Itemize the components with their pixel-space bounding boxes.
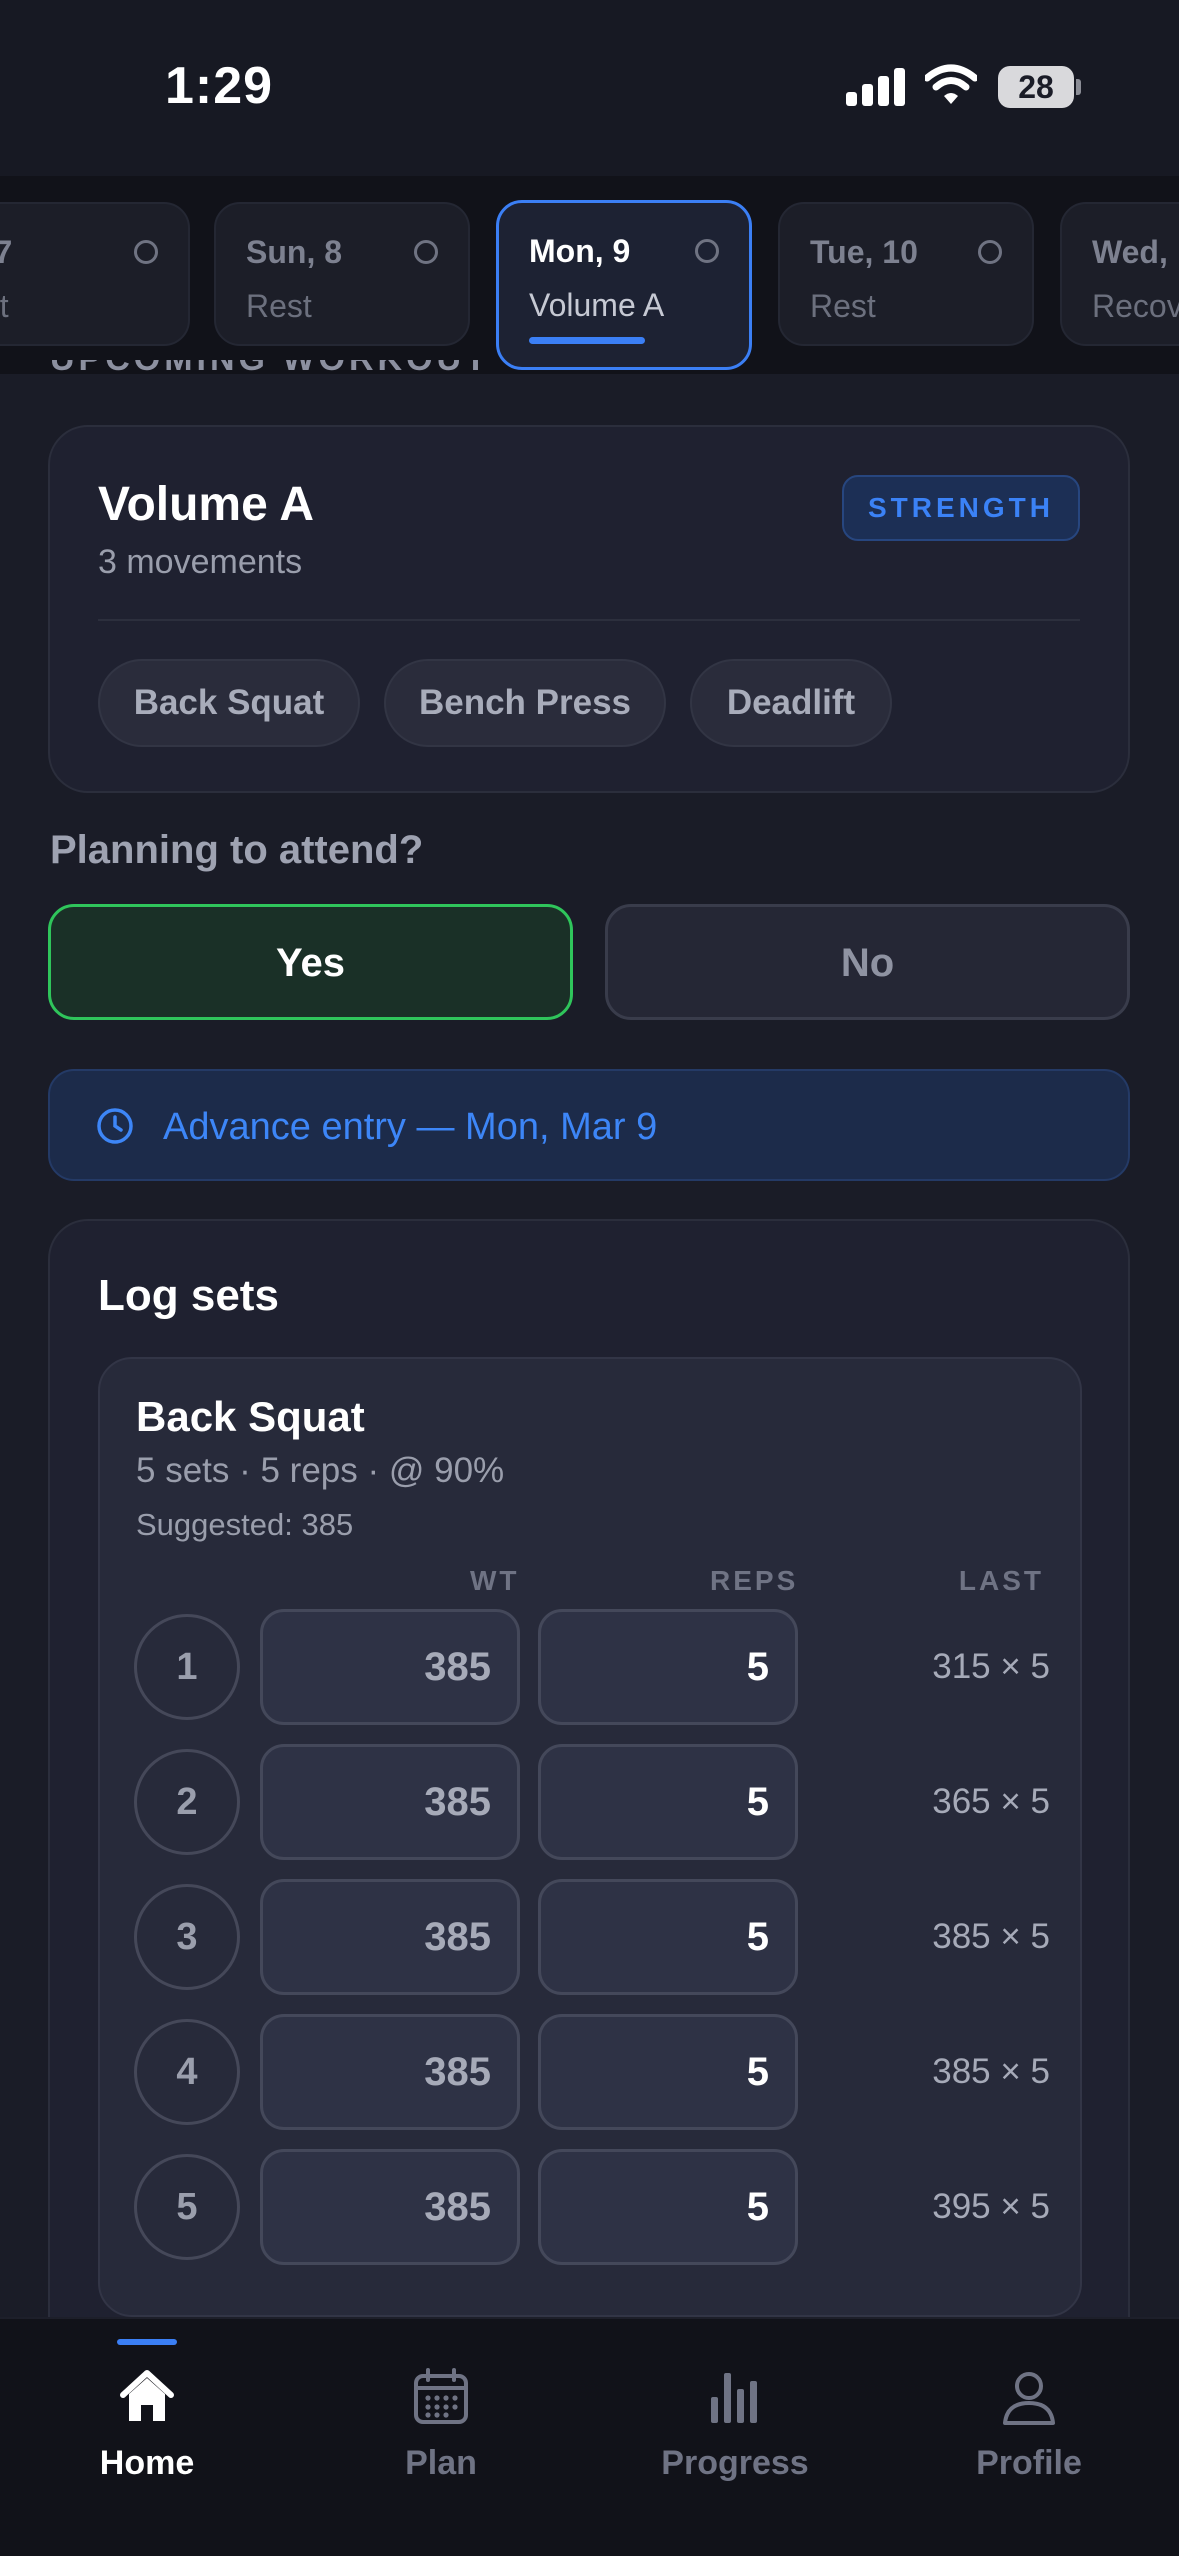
tab-bar: Home Plan Progress Profile	[0, 2317, 1179, 2556]
suggested-weight: Suggested: 385	[136, 1507, 354, 1542]
date-strip[interactable]: t, 7 est Sun, 8 Rest Mon, 9 Volume A Tue…	[0, 176, 1179, 374]
movement-chip[interactable]: Deadlift	[690, 659, 892, 747]
set-row: 1 385 5 315 × 5	[134, 1609, 1050, 1725]
weight-input[interactable]: 385	[260, 2014, 520, 2130]
set-row: 2 385 5 365 × 5	[134, 1744, 1050, 1860]
last-performance: 395 × 5	[932, 2187, 1050, 2226]
calendar-icon	[414, 2368, 468, 2424]
selected-indicator	[529, 337, 645, 344]
attend-yes-button[interactable]: Yes	[48, 904, 573, 1020]
date-card-mon-9[interactable]: Mon, 9 Volume A	[496, 200, 752, 370]
date-sub: est	[0, 288, 9, 324]
date-label: Sun, 8	[246, 234, 343, 270]
clock-icon	[97, 1108, 133, 1144]
battery-cap	[1076, 79, 1081, 95]
set-number[interactable]: 5	[134, 2154, 240, 2260]
status-ring-icon	[978, 240, 1002, 264]
tab-label: Plan	[405, 2444, 477, 2482]
reps-input[interactable]: 5	[538, 1609, 798, 1725]
set-number[interactable]: 1	[134, 1614, 240, 1720]
date-sub: Recov	[1092, 288, 1179, 324]
workout-card[interactable]: Volume A 3 movements STRENGTH Back Squat…	[48, 425, 1130, 793]
set-number[interactable]: 3	[134, 1884, 240, 1990]
set-number[interactable]: 4	[134, 2019, 240, 2125]
set-row: 5 385 5 395 × 5	[134, 2149, 1050, 2265]
status-time: 1:29	[165, 57, 274, 115]
status-ring-icon	[134, 240, 158, 264]
bar-chart-icon	[711, 2373, 757, 2423]
date-card-wed[interactable]: Wed, Recov	[1060, 202, 1179, 346]
last-performance: 315 × 5	[932, 1647, 1050, 1686]
set-row: 3 385 5 385 × 5	[134, 1879, 1050, 1995]
tab-home[interactable]: Home	[0, 2319, 294, 2519]
exercise-prescription: 5 sets · 5 reps · @ 90%	[136, 1451, 505, 1490]
tab-plan[interactable]: Plan	[294, 2319, 588, 2519]
status-ring-icon	[414, 240, 438, 264]
column-header-reps: REPS	[710, 1565, 799, 1596]
weight-input[interactable]: 385	[260, 2149, 520, 2265]
date-card-tue-10[interactable]: Tue, 10 Rest	[778, 202, 1034, 346]
date-sub: Volume A	[529, 287, 665, 323]
reps-input[interactable]: 5	[538, 1744, 798, 1860]
exercise-name: Back Squat	[136, 1393, 365, 1440]
tab-label: Progress	[661, 2444, 809, 2482]
app-screen: 1:29 28 t, 7 est Sun, 8 Rest Mon, 9 V	[0, 0, 1179, 2556]
column-header-wt: WT	[470, 1565, 520, 1596]
last-performance: 385 × 5	[932, 1917, 1050, 1956]
cellular-signal-icon	[846, 68, 906, 106]
column-header-last: LAST	[958, 1565, 1044, 1596]
movement-chip[interactable]: Back Squat	[98, 659, 360, 747]
advance-entry-banner[interactable]: Advance entry — Mon, Mar 9	[48, 1069, 1130, 1181]
reps-input[interactable]: 5	[538, 2149, 798, 2265]
log-sets-title: Log sets	[98, 1271, 279, 1320]
date-card-sun-8[interactable]: Sun, 8 Rest	[214, 202, 470, 346]
date-label: Mon, 9	[529, 233, 631, 269]
reps-input[interactable]: 5	[538, 2014, 798, 2130]
divider	[98, 619, 1080, 621]
date-sub: Rest	[810, 288, 876, 324]
advance-entry-text: Advance entry — Mon, Mar 9	[163, 1106, 658, 1148]
set-number[interactable]: 2	[134, 1749, 240, 1855]
reps-input[interactable]: 5	[538, 1879, 798, 1995]
tab-profile[interactable]: Profile	[882, 2319, 1176, 2519]
date-label: t, 7	[0, 234, 13, 270]
weight-input[interactable]: 385	[260, 1879, 520, 1995]
weight-input[interactable]: 385	[260, 1609, 520, 1725]
workout-type-badge: STRENGTH	[842, 475, 1080, 541]
date-sub: Rest	[246, 288, 312, 324]
home-icon	[120, 2370, 174, 2421]
weight-input[interactable]: 385	[260, 1744, 520, 1860]
date-label: Wed,	[1092, 234, 1168, 270]
tab-label: Home	[99, 2444, 195, 2482]
active-tab-indicator	[117, 2339, 177, 2345]
log-sets-card: Log sets Back Squat 5 sets · 5 reps · @ …	[48, 1219, 1130, 2339]
movement-chip[interactable]: Bench Press	[384, 659, 666, 747]
date-label: Tue, 10	[810, 234, 918, 270]
workout-title: Volume A	[98, 478, 315, 531]
battery-indicator: 28	[998, 66, 1074, 108]
tab-progress[interactable]: Progress	[588, 2319, 882, 2519]
tab-label: Profile	[976, 2444, 1082, 2482]
date-card-sat-7[interactable]: t, 7 est	[0, 202, 190, 346]
status-ring-icon	[695, 239, 719, 263]
status-bar: 1:29 28	[0, 0, 1179, 176]
attend-no-button[interactable]: No	[605, 904, 1130, 1020]
person-icon	[1003, 2372, 1055, 2425]
attendance-question: Planning to attend?	[50, 828, 424, 872]
set-row: 4 385 5 385 × 5	[134, 2014, 1050, 2130]
workout-subtitle: 3 movements	[98, 543, 303, 581]
last-performance: 365 × 5	[932, 1782, 1050, 1821]
last-performance: 385 × 5	[932, 2052, 1050, 2091]
exercise-card: Back Squat 5 sets · 5 reps · @ 90% Sugge…	[98, 1357, 1082, 2317]
wifi-icon	[925, 64, 977, 104]
